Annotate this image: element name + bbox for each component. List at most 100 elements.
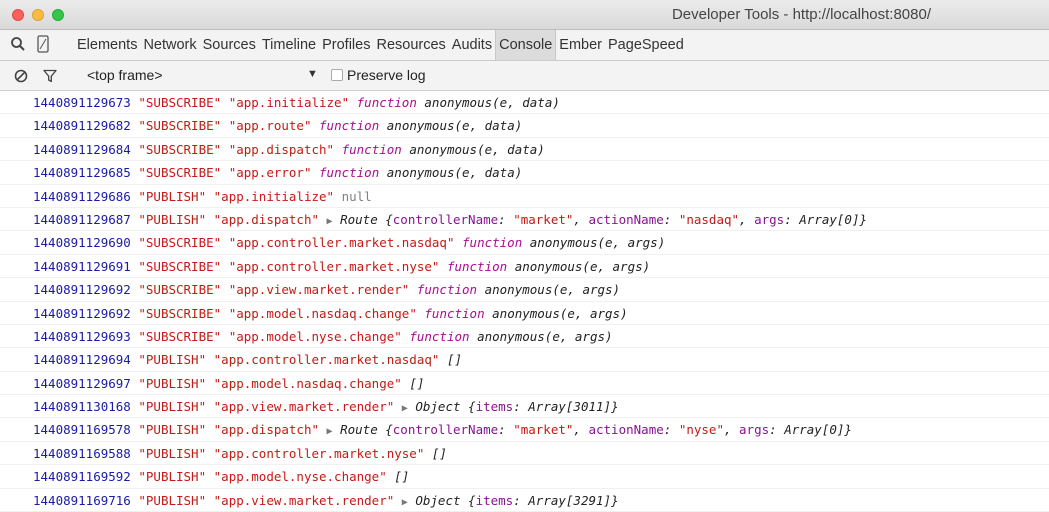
array-value: []: [446, 352, 463, 368]
array-value: []: [431, 445, 447, 461]
console-row[interactable]: 1440891129693 "SUBSCRIBE" "app.model.nys…: [0, 325, 1049, 349]
filter-icon[interactable]: [43, 69, 57, 83]
tab-sources[interactable]: Sources: [200, 30, 259, 60]
object-colon: :: [498, 422, 514, 438]
zoom-window-button[interactable]: [52, 9, 64, 21]
function-signature: anonymous(e, data): [386, 118, 523, 134]
function-signature: anonymous(e, args): [492, 305, 628, 321]
channel-name: "app.model.nyse.change": [228, 328, 402, 344]
devtools-tab-bar: Elements Network Sources Timeline Profiles Re…: [0, 30, 1049, 61]
array-value: []: [409, 375, 425, 391]
console-row[interactable]: 1440891129687 "PUBLISH" "app.dispatch" ▶…: [0, 208, 1049, 232]
function-signature: anonymous(e, data): [424, 95, 560, 110]
tab-elements[interactable]: Elements: [74, 30, 140, 60]
search-icon[interactable]: [10, 36, 26, 52]
console-row[interactable]: 1440891129684 "SUBSCRIBE" "app.dispatch"…: [0, 138, 1049, 162]
expand-triangle-icon[interactable]: ▶: [402, 403, 408, 414]
object-suffix: }: [611, 492, 619, 508]
timestamp: 1440891129693: [33, 328, 131, 344]
console-row[interactable]: 1440891129690 "SUBSCRIBE" "app.controlle…: [0, 231, 1049, 255]
object-key: controllerName: [392, 422, 499, 438]
console-row[interactable]: 1440891169592 "PUBLISH" "app.model.nyse.…: [0, 465, 1049, 489]
clear-console-icon[interactable]: [14, 69, 28, 83]
preserve-log-toggle[interactable]: Preserve log: [331, 66, 426, 84]
close-window-button[interactable]: [12, 9, 24, 21]
channel-name: "app.view.market.render": [213, 399, 395, 415]
expand-triangle-icon[interactable]: ▶: [402, 497, 408, 508]
preserve-log-checkbox[interactable]: [331, 69, 343, 81]
function-signature: anonymous(e, data): [409, 141, 545, 157]
expand-triangle-icon[interactable]: ▶: [327, 216, 333, 227]
object-value: "market": [513, 422, 574, 438]
console-row[interactable]: 1440891129697 "PUBLISH" "app.model.nasda…: [0, 372, 1049, 396]
console-row[interactable]: 1440891129682 "SUBSCRIBE" "app.route" fu…: [0, 114, 1049, 138]
tab-ember[interactable]: Ember: [556, 30, 605, 60]
channel-name: "app.dispatch": [228, 141, 335, 157]
object-colon: :: [513, 399, 529, 415]
console-toolbar: <top frame> ▼ Preserve log: [0, 61, 1049, 91]
event-type: "PUBLISH": [138, 188, 207, 204]
object-prefix: Object {: [415, 492, 476, 508]
object-prefix: Route {: [340, 422, 393, 438]
event-type: "SUBSCRIBE": [138, 95, 222, 110]
console-row[interactable]: 1440891129685 "SUBSCRIBE" "app.error" fu…: [0, 161, 1049, 185]
event-type: "SUBSCRIBE": [138, 282, 222, 298]
channel-name: "app.error": [228, 165, 312, 181]
object-value: Array[0]: [784, 422, 845, 438]
channel-name: "app.model.nasdaq.change": [213, 375, 402, 391]
function-keyword: function: [416, 282, 478, 298]
console-row[interactable]: 1440891169578 "PUBLISH" "app.dispatch" ▶…: [0, 418, 1049, 442]
preserve-log-label: Preserve log: [347, 67, 426, 83]
frame-selector[interactable]: <top frame>: [87, 67, 163, 83]
object-separator: ,: [723, 422, 740, 438]
console-row[interactable]: 1440891129692 "SUBSCRIBE" "app.model.nas…: [0, 302, 1049, 325]
tab-timeline[interactable]: Timeline: [259, 30, 319, 60]
console-row[interactable]: 1440891129686 "PUBLISH" "app.initialize"…: [0, 185, 1049, 208]
minimize-window-button[interactable]: [32, 9, 44, 21]
array-value: []: [394, 469, 410, 485]
console-row[interactable]: 1440891130168 "PUBLISH" "app.view.market…: [0, 395, 1049, 419]
console-row[interactable]: 1440891169588 "PUBLISH" "app.controller.…: [0, 442, 1049, 466]
object-suffix: }: [611, 399, 619, 415]
console-row[interactable]: 1440891129691 "SUBSCRIBE" "app.controlle…: [0, 255, 1049, 279]
object-value: Array[3291]: [528, 492, 612, 508]
frame-dropdown-arrow-icon[interactable]: ▼: [307, 68, 318, 80]
timestamp: 1440891129691: [33, 258, 131, 274]
timestamp: 1440891169716: [33, 492, 131, 508]
channel-name: "app.view.market.render": [213, 492, 395, 508]
event-type: "PUBLISH": [138, 352, 207, 368]
channel-name: "app.dispatch": [213, 422, 319, 438]
function-keyword: function: [341, 141, 402, 157]
tab-pagespeed[interactable]: PageSpeed: [605, 30, 687, 60]
window-titlebar: Developer Tools - http://localhost:8080/: [0, 0, 1049, 30]
tab-profiles[interactable]: Profiles: [319, 30, 373, 60]
object-colon: :: [769, 422, 785, 438]
channel-name: "app.initialize": [213, 188, 335, 204]
timestamp: 1440891129697: [33, 375, 131, 391]
expand-triangle-icon[interactable]: ▶: [327, 426, 333, 437]
object-colon: :: [498, 211, 514, 227]
function-keyword: function: [319, 165, 380, 181]
object-prefix: Route {: [340, 211, 393, 227]
object-separator: ,: [573, 422, 589, 438]
console-row[interactable]: 1440891129694 "PUBLISH" "app.controller.…: [0, 348, 1049, 372]
event-type: "PUBLISH": [138, 445, 207, 461]
console-row[interactable]: 1440891129673 "SUBSCRIBE" "app.initializ…: [0, 91, 1049, 115]
event-type: "SUBSCRIBE": [138, 258, 222, 274]
object-colon: :: [663, 211, 679, 227]
event-type: "PUBLISH": [138, 399, 207, 415]
tab-network[interactable]: Network: [140, 30, 199, 60]
tab-console[interactable]: Console: [495, 30, 557, 60]
event-type: "PUBLISH": [138, 375, 207, 391]
timestamp: 1440891169588: [33, 445, 131, 461]
channel-name: "app.controller.market.nyse": [228, 258, 440, 274]
event-type: "SUBSCRIBE": [138, 118, 222, 134]
timestamp: 1440891130168: [33, 399, 131, 415]
tab-resources[interactable]: Resources: [373, 30, 448, 60]
channel-name: "app.dispatch": [213, 211, 319, 227]
console-row[interactable]: 1440891169716 "PUBLISH" "app.view.market…: [0, 489, 1049, 512]
tab-audits[interactable]: Audits: [449, 30, 495, 60]
device-mode-icon[interactable]: [36, 35, 50, 53]
console-row[interactable]: 1440891129692 "SUBSCRIBE" "app.view.mark…: [0, 278, 1049, 302]
object-key: items: [475, 492, 514, 508]
